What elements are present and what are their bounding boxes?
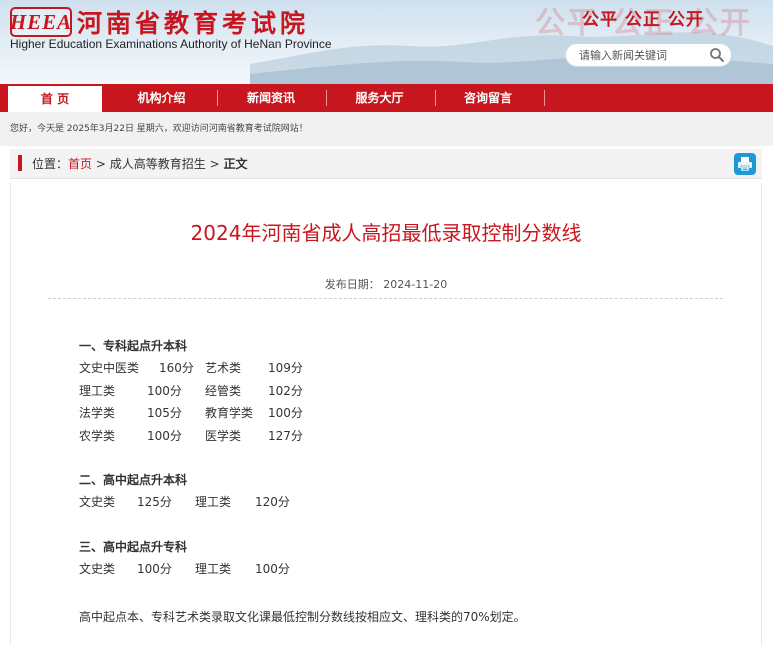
article-note: 高中起点本、专科艺术类录取文化课最低控制分数线按相应文、理科类的70%划定。	[79, 610, 526, 624]
article-title: 2024年河南省成人高招最低录取控制分数线	[190, 221, 582, 245]
breadcrumb-path: 位置：首页 > 成人高等教育招生 > 正文	[32, 149, 248, 179]
score-row: 理工类 100分 经管类 102分	[79, 380, 303, 403]
print-button[interactable]	[734, 153, 756, 175]
score-value: 160分	[159, 361, 194, 375]
breadcrumb-marker	[18, 155, 22, 171]
nav-divider	[435, 90, 436, 106]
score-value: 105分	[147, 406, 182, 420]
score-value: 100分	[137, 561, 172, 576]
score-row: 文史类 125分 理工类 120分	[79, 491, 290, 514]
welcome-bar: 您好，今天是 2025年3月22日 星期六，欢迎访问河南省教育考试院网站！	[0, 112, 773, 146]
search-input[interactable]	[579, 48, 704, 62]
category-label: 理工类	[195, 495, 232, 509]
section-heading: 三、高中起点升专科	[79, 539, 188, 554]
score-value: 120分	[255, 495, 290, 509]
article-body: 一、专科起点升本科 文史中医类 160分 艺术类 109分 理工类 100分 经…	[79, 335, 303, 581]
score-row: 法学类 105分 教育学类 100分	[79, 402, 303, 425]
site-name-en: Higher Education Examinations Authority …	[10, 37, 332, 51]
breadcrumb-prefix: 位置：	[32, 157, 69, 171]
score-value: 100分	[147, 383, 182, 398]
category-label: 理工类	[195, 561, 232, 576]
nav-divider	[326, 90, 327, 106]
site-header: HEEA 河南省教育考试院 Higher Education Examinati…	[0, 0, 773, 84]
category-label: 文史类	[79, 495, 116, 509]
breadcrumb-separator: >	[95, 157, 106, 171]
print-icon	[738, 157, 752, 172]
nav-item-about[interactable]: 机构介绍	[110, 84, 213, 112]
nav-item-home[interactable]: 首 页	[8, 86, 102, 112]
category-label: 理工类	[79, 383, 116, 398]
section-heading: 二、高中起点升本科	[79, 473, 188, 487]
category-label: 法学类	[79, 406, 116, 420]
score-value: 125分	[137, 495, 172, 509]
article: 2024年河南省成人高招最低录取控制分数线 发布日期： 2024-11-20 一…	[10, 183, 762, 645]
breadcrumb-separator: >	[209, 157, 220, 171]
breadcrumb-home-link[interactable]: 首页	[68, 157, 92, 171]
breadcrumb: 位置：首页 > 成人高等教育招生 > 正文	[10, 149, 762, 179]
nav-divider	[544, 90, 545, 106]
site-logo[interactable]: HEEA 河南省教育考试院	[10, 4, 309, 40]
category-label: 医学类	[205, 428, 242, 443]
category-label: 经管类	[205, 383, 242, 398]
nav-item-services[interactable]: 服务大厅	[328, 84, 431, 112]
search-box	[565, 43, 732, 67]
score-row: 文史中医类 160分 艺术类 109分	[79, 357, 303, 380]
category-label: 文史中医类	[79, 361, 140, 375]
nav-item-news[interactable]: 新闻资讯	[220, 84, 322, 112]
logo-mark: HEEA	[10, 7, 72, 37]
breadcrumb-section-link[interactable]: 成人高等教育招生	[110, 157, 206, 171]
publish-date: 发布日期： 2024-11-20	[11, 276, 761, 292]
category-label: 教育学类	[205, 406, 254, 420]
score-value: 100分	[268, 406, 303, 420]
main-nav: 首 页 机构介绍 新闻资讯 服务大厅 咨询留言	[0, 84, 773, 112]
slogan: 公平 公正 公开	[582, 10, 704, 30]
category-label: 艺术类	[205, 361, 242, 375]
score-value: 127分	[268, 428, 303, 443]
section-heading: 一、专科起点升本科	[79, 339, 188, 353]
nav-divider	[217, 90, 218, 106]
category-label: 农学类	[79, 428, 116, 443]
score-value: 102分	[268, 383, 303, 398]
score-value: 100分	[147, 428, 182, 443]
nav-item-consult[interactable]: 咨询留言	[437, 84, 539, 112]
breadcrumb-current: 正文	[223, 157, 248, 171]
score-row: 农学类 100分 医学类 127分	[79, 425, 303, 448]
score-value: 100分	[255, 561, 290, 576]
category-label: 文史类	[79, 561, 116, 576]
publish-date-label: 发布日期：	[324, 278, 380, 291]
site-name-cn: 河南省教育考试院	[77, 9, 310, 38]
score-row: 文史类 100分 理工类 100分	[79, 558, 290, 581]
title-divider	[48, 298, 723, 299]
search-icon[interactable]	[709, 47, 725, 63]
score-value: 109分	[268, 361, 303, 375]
publish-date-value: 2024-11-20	[383, 278, 448, 291]
